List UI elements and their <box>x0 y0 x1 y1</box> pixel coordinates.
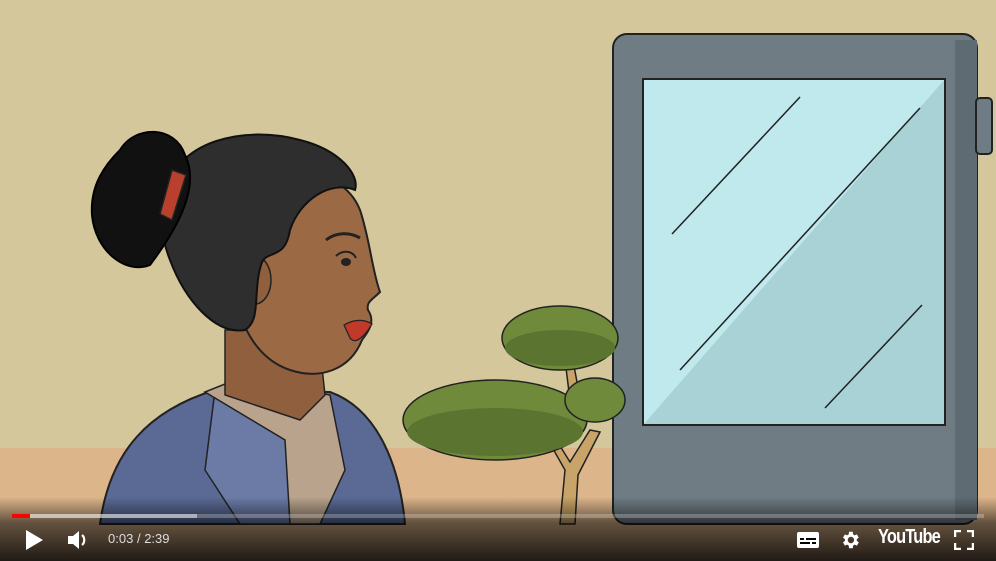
play-icon <box>26 530 43 550</box>
captions-button[interactable] <box>794 524 822 556</box>
video-player[interactable]: 0:03 / 2:39 YouTube <box>0 0 996 561</box>
played-bar <box>12 514 31 518</box>
youtube-logo[interactable]: YouTube <box>878 526 941 549</box>
captions-icon <box>797 532 819 548</box>
duration: 2:39 <box>144 531 170 546</box>
time-display: 0:03 / 2:39 <box>108 531 170 546</box>
progress-bar[interactable] <box>12 514 984 518</box>
current-time: 0:03 <box>108 531 134 546</box>
buffered-bar <box>12 514 197 518</box>
volume-icon <box>68 531 86 549</box>
settings-button[interactable] <box>836 524 864 556</box>
time-separator: / <box>136 531 141 546</box>
fullscreen-button[interactable] <box>950 524 978 556</box>
volume-button[interactable] <box>62 524 94 556</box>
gear-icon <box>843 531 859 549</box>
door-panel <box>612 33 993 525</box>
video-frame[interactable] <box>0 0 996 561</box>
fullscreen-icon <box>954 530 974 550</box>
play-button[interactable] <box>16 524 52 556</box>
